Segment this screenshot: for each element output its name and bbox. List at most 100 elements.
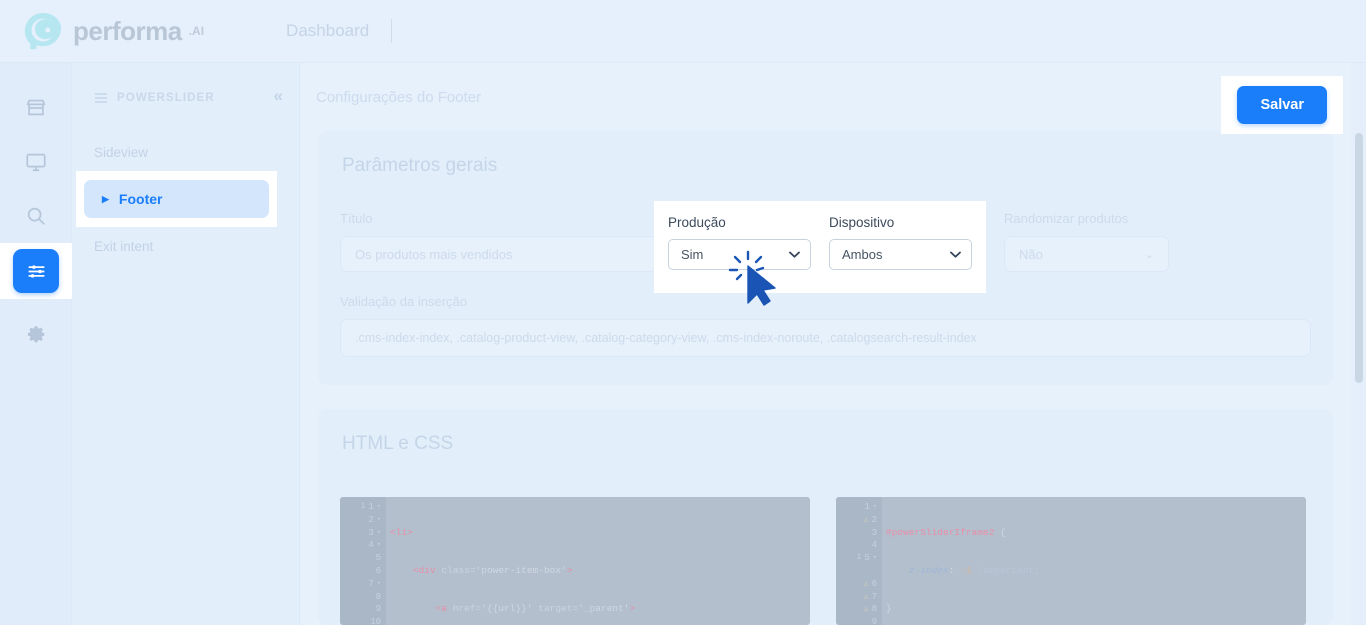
fold-icon[interactable]: ▾: [377, 578, 381, 591]
code-line: <li>: [390, 526, 413, 538]
gear-icon: [25, 323, 47, 345]
vertical-scrollbar-track[interactable]: [1351, 63, 1366, 625]
fold-icon[interactable]: ▾: [873, 552, 877, 565]
logo[interactable]: performa .AI: [22, 10, 204, 52]
vertical-scrollbar-thumb[interactable]: [1355, 133, 1363, 383]
collapse-sidebar-icon[interactable]: «: [274, 83, 283, 109]
code-line: z-index: -1 !important;: [908, 564, 1040, 576]
main-content: Configurações do Footer Parâmetros gerai…: [300, 63, 1351, 625]
gutter-line: 9: [375, 604, 381, 615]
save-button[interactable]: Salvar: [1237, 86, 1327, 124]
page-title: Configurações do Footer: [316, 88, 482, 106]
main-header: Configurações do Footer: [300, 63, 1351, 131]
fold-icon[interactable]: ▾: [377, 539, 381, 552]
sidebar-items: Sideview ▶ Footer Exit intent: [72, 135, 299, 263]
hamburger-icon[interactable]: [94, 92, 108, 104]
sidebar-title: POWERSLIDER: [117, 92, 215, 104]
info-icon: i: [856, 553, 862, 563]
field-label: Randomizar produtos: [1004, 211, 1129, 226]
card-title: Parâmetros gerais: [342, 155, 498, 176]
field-validacao: Validação da inserção .cms-index-index, …: [340, 294, 1311, 357]
logo-text: performa: [73, 15, 182, 46]
gutter-line: i 5 ▾: [856, 552, 877, 565]
sidebar-item-sideview[interactable]: Sideview: [72, 135, 299, 169]
producao-dropdown[interactable]: Sim: [668, 239, 811, 270]
top-bar: performa .AI Dashboard: [0, 0, 1366, 63]
gutter-line: 8: [375, 591, 381, 602]
field-label: Título: [340, 211, 373, 226]
nav-divider: [391, 19, 393, 43]
gutter-line: ⚠ 8: [863, 604, 877, 615]
code-line: <a href='{{url}}' target='_parent'>: [435, 603, 636, 615]
rail-item-settings-sliders[interactable]: [0, 243, 72, 299]
gutter-line: 7 ▾: [368, 578, 381, 591]
html-css-card: HTML e CSS i 1 ▾ 2 ▾ 3 ▾ 4 ▾ 5 6 7 ▾ 8 9 10: [318, 409, 1333, 625]
sidebar-item-exit-intent[interactable]: Exit intent: [72, 229, 299, 263]
sidebar-item-label: Footer: [118, 191, 163, 207]
rail-item-search[interactable]: [0, 189, 72, 243]
rail-active-button[interactable]: [13, 249, 59, 293]
rail-item-gear[interactable]: [0, 307, 72, 361]
nav-dashboard[interactable]: Dashboard: [286, 21, 369, 41]
chevron-down-icon: [789, 249, 800, 261]
field-titulo: Título Os produtos mais vendidos: [340, 211, 658, 272]
card-title: HTML e CSS: [342, 433, 454, 454]
html-editor-gutter: i 1 ▾ 2 ▾ 3 ▾ 4 ▾ 5 6 7 ▾ 8 9 10: [340, 497, 386, 625]
info-icon: i: [360, 502, 366, 511]
fold-icon[interactable]: ▾: [377, 527, 381, 540]
fold-icon[interactable]: ▾: [377, 514, 381, 527]
gutter-line: 10: [370, 617, 381, 625]
sliders-icon: [26, 261, 47, 282]
chevron-down-icon: [950, 249, 961, 261]
highlighted-fields-panel: Produção Sim Dispositivo Ambos: [654, 201, 986, 293]
fold-icon[interactable]: ▾: [873, 501, 877, 514]
validacao-input[interactable]: .cms-index-index, .catalog-product-view,…: [340, 319, 1311, 357]
titulo-input[interactable]: Os produtos mais vendidos: [340, 236, 658, 272]
sidebar-item-footer[interactable]: ▶ Footer: [84, 180, 269, 218]
css-code-editor[interactable]: 1 ▾ ⚠ 2 3 4 i 5 ▾ ⚠ 6 ⚠ 7 ⚠ 8 9 #powerSliderIfr…: [836, 497, 1306, 625]
sidebar-item-footer-highlight: ▶ Footer: [76, 171, 277, 227]
gutter-line: 3 ▾: [368, 527, 381, 540]
producao-field-group: Produção Sim: [668, 215, 811, 293]
code-editors-row: i 1 ▾ 2 ▾ 3 ▾ 4 ▾ 5 6 7 ▾ 8 9 10 <li> <div cla…: [340, 497, 1311, 625]
dispositivo-dropdown[interactable]: Ambos: [829, 239, 972, 270]
gutter-line: 2 ▾: [368, 514, 381, 527]
sidebar-item-label: Exit intent: [94, 238, 154, 254]
gutter-line: 9: [871, 617, 877, 625]
brain-head-icon: [22, 10, 64, 52]
randomizar-select[interactable]: Não ⌄: [1004, 236, 1169, 272]
gutter-line: ⚠ 6: [863, 578, 877, 589]
html-editor-code[interactable]: <li> <div class='power-item-box'> <a hre…: [386, 497, 810, 625]
chevron-down-icon: ⌄: [1144, 248, 1154, 261]
gutter-line: 3: [871, 527, 877, 538]
warning-icon: ⚠: [863, 578, 869, 589]
gutter-line: i 1 ▾: [360, 501, 381, 514]
monitor-icon: [25, 151, 47, 173]
gutter-line: 4 ▾: [368, 539, 381, 552]
css-editor-gutter: 1 ▾ ⚠ 2 3 4 i 5 ▾ ⚠ 6 ⚠ 7 ⚠ 8 9: [836, 497, 882, 625]
dispositivo-selected-value: Ambos: [842, 247, 883, 262]
rail-item-monitor[interactable]: [0, 135, 72, 189]
dispositivo-label: Dispositivo: [829, 215, 895, 230]
save-button-highlight: Salvar: [1221, 76, 1343, 134]
caret-right-icon: ▶: [102, 193, 109, 204]
icon-rail: [0, 63, 72, 625]
randomizar-value: Não: [1019, 246, 1043, 262]
app-root: performa .AI Dashboard POWERSLIDER « Sid…: [0, 0, 1366, 625]
gutter-line: 4: [871, 540, 877, 551]
css-editor-code[interactable]: #powerSliderIframe2 { z-index: -1 !impor…: [882, 497, 1306, 625]
gutter-line: [836, 565, 882, 578]
sidebar-item-label: Sideview: [94, 144, 149, 160]
search-icon: [25, 205, 47, 227]
gutter-line: 5: [375, 553, 381, 564]
html-code-editor[interactable]: i 1 ▾ 2 ▾ 3 ▾ 4 ▾ 5 6 7 ▾ 8 9 10 <li> <div cla…: [340, 497, 810, 625]
warning-icon: ⚠: [863, 591, 869, 602]
code-line: <div class='power-item-box'>: [412, 564, 573, 576]
sidebar-header: POWERSLIDER «: [72, 83, 299, 113]
fold-icon[interactable]: ▾: [377, 501, 381, 514]
rail-item-store[interactable]: [0, 81, 72, 135]
gutter-line: ⚠ 7: [863, 591, 877, 602]
producao-selected-value: Sim: [681, 247, 704, 262]
field-label: Validação da inserção: [340, 294, 467, 309]
store-icon: [25, 97, 47, 119]
